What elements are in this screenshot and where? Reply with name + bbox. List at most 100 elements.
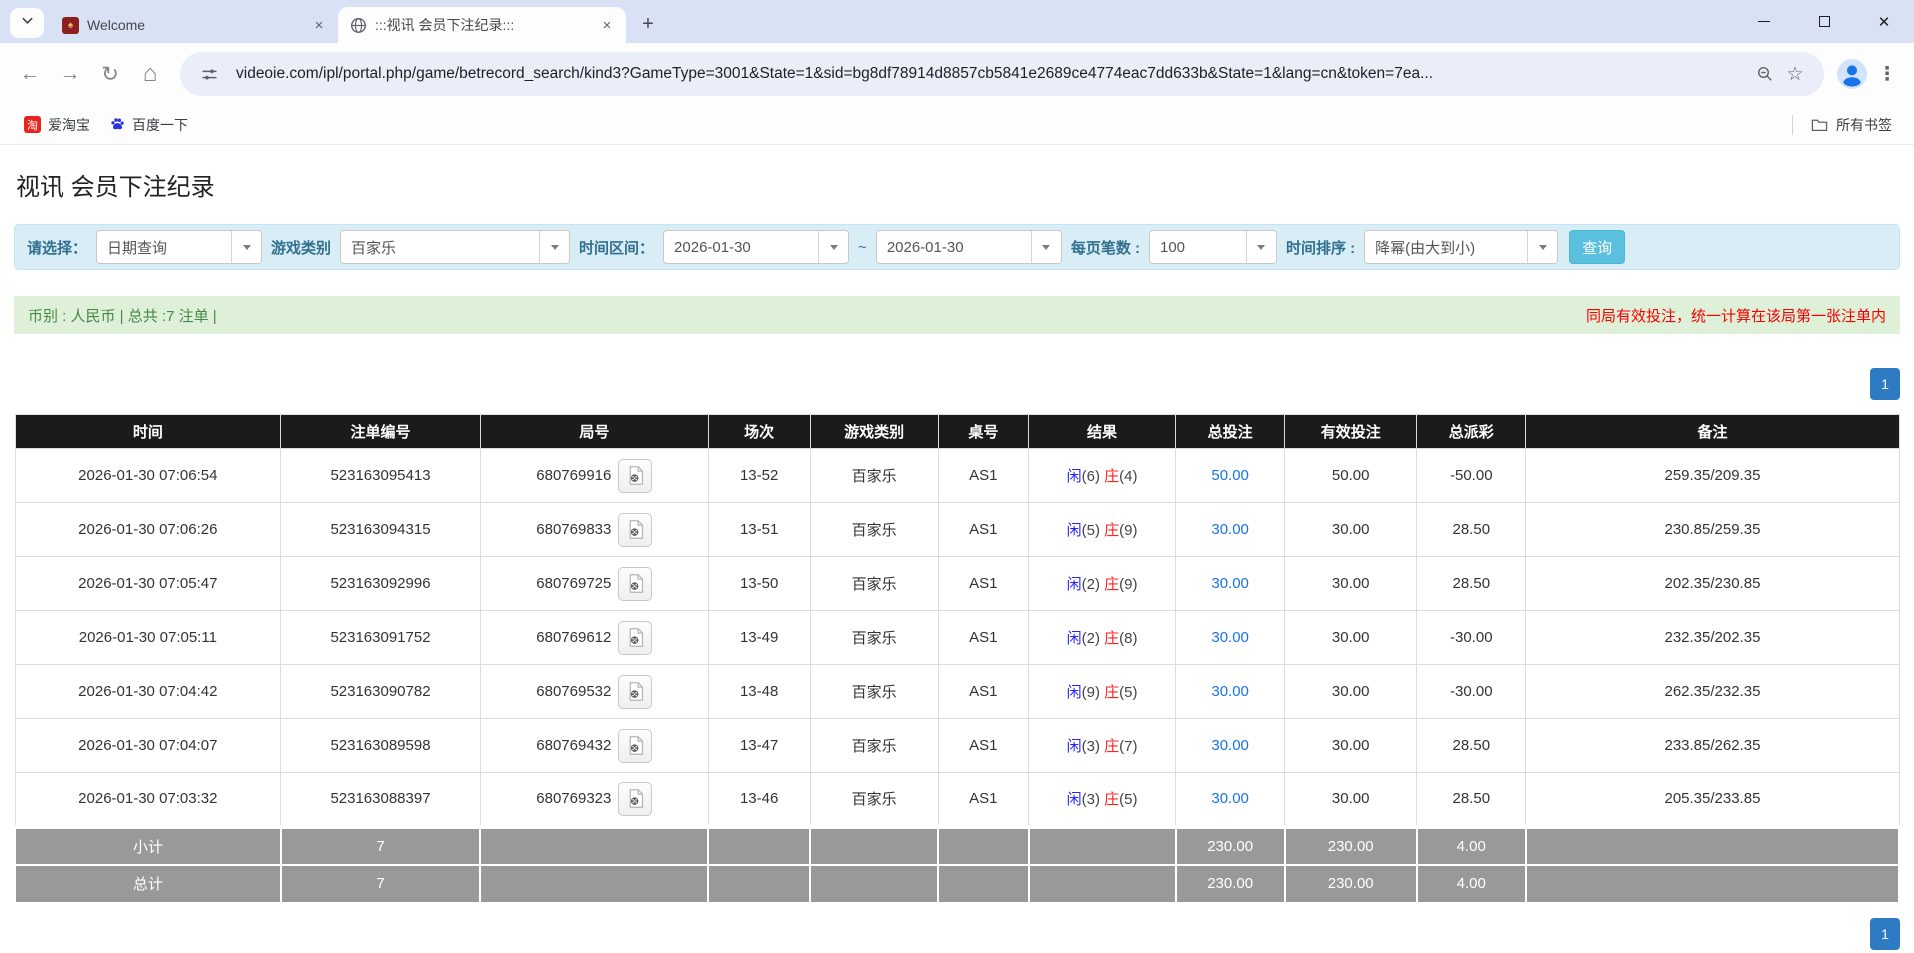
total-bet-link[interactable]: 30.00 <box>1211 629 1249 646</box>
page-1-button[interactable]: 1 <box>1870 368 1900 400</box>
video-file-icon <box>625 627 646 648</box>
bookmark-star-icon[interactable]: ☆ <box>1780 59 1810 89</box>
total-bet-cell: 30.00 <box>1176 719 1285 773</box>
tab-bet-records[interactable]: :::视讯 会员下注纪录::: × <box>338 7 626 43</box>
total-bet-link[interactable]: 30.00 <box>1211 575 1249 592</box>
tab-search-button[interactable] <box>10 8 44 38</box>
close-tab-icon[interactable]: × <box>598 16 616 34</box>
total-bet-link[interactable]: 30.00 <box>1211 790 1249 807</box>
banker-score: (7) <box>1119 738 1137 755</box>
forward-button[interactable]: → <box>50 54 90 94</box>
bet-time-cell: 2026-01-30 07:06:54 <box>15 449 281 503</box>
total-bet-link[interactable]: 30.00 <box>1211 737 1249 754</box>
bookmark-aitaobao[interactable]: 淘 爱淘宝 <box>14 110 100 140</box>
bet-time-cell: 2026-01-30 07:05:11 <box>15 611 281 665</box>
column-header: 时间 <box>15 415 281 449</box>
back-button[interactable]: ← <box>10 54 50 94</box>
totals-label-cell: 总计 <box>15 865 281 903</box>
date-to-select[interactable]: 2026-01-30 <box>876 230 1062 264</box>
profile-avatar[interactable] <box>1834 56 1870 92</box>
site-settings-icon[interactable] <box>194 59 224 89</box>
result-cell: 闲(6) 庄(4) <box>1029 449 1176 503</box>
video-file-icon <box>625 573 646 594</box>
table-number-cell: AS1 <box>938 611 1028 665</box>
table-row: 2026-01-30 07:05:47523163092996680769725… <box>15 557 1899 611</box>
chevron-down-icon[interactable] <box>1246 231 1276 263</box>
column-header: 总派彩 <box>1417 415 1526 449</box>
chevron-down-icon[interactable] <box>818 231 848 263</box>
reload-button[interactable]: ↻ <box>90 54 130 94</box>
round-cell: 680769612 <box>480 611 708 665</box>
video-replay-button[interactable] <box>618 729 652 763</box>
page-size-label: 每页笔数 : <box>1071 237 1140 258</box>
video-file-icon <box>625 788 646 809</box>
totals-payout-cell: 4.00 <box>1417 827 1526 865</box>
totals-count-cell: 7 <box>281 865 481 903</box>
round-number: 680769916 <box>536 467 611 484</box>
video-replay-button[interactable] <box>618 675 652 709</box>
bookmark-baidu[interactable]: 百度一下 <box>100 110 198 140</box>
session-cell: 13-49 <box>708 611 810 665</box>
sort-order-select[interactable]: 降幂(由大到小) <box>1364 230 1558 264</box>
banker-result: 庄 <box>1104 630 1119 647</box>
video-replay-button[interactable] <box>618 782 652 816</box>
valid-bet-cell: 30.00 <box>1285 503 1417 557</box>
video-replay-button[interactable] <box>618 513 652 547</box>
browser-toolbar: ← → ↻ ⌂ videoie.com/ipl/portal.php/game/… <box>0 43 1914 105</box>
valid-bet-cell: 50.00 <box>1285 449 1417 503</box>
video-replay-button[interactable] <box>618 567 652 601</box>
address-bar[interactable]: videoie.com/ipl/portal.php/game/betrecor… <box>180 52 1824 96</box>
baidu-paw-icon <box>110 117 125 132</box>
all-bookmarks-button[interactable]: 所有书签 <box>1803 110 1900 140</box>
session-cell: 13-51 <box>708 503 810 557</box>
empty-cell <box>938 827 1028 865</box>
page-1-button[interactable]: 1 <box>1870 918 1900 950</box>
column-header: 游戏类别 <box>810 415 938 449</box>
table-number-cell: AS1 <box>938 665 1028 719</box>
empty-cell <box>708 865 810 903</box>
zoom-indicator-icon[interactable] <box>1750 59 1780 89</box>
minimize-button[interactable] <box>1734 0 1794 43</box>
round-number: 680769432 <box>536 737 611 754</box>
table-row: 2026-01-30 07:04:42523163090782680769532… <box>15 665 1899 719</box>
note-cell: 202.35/230.85 <box>1526 557 1899 611</box>
column-header: 结果 <box>1029 415 1176 449</box>
player-score: (6) <box>1082 468 1105 485</box>
table-number-cell: AS1 <box>938 719 1028 773</box>
close-tab-icon[interactable]: × <box>310 16 328 34</box>
video-replay-button[interactable] <box>618 621 652 655</box>
home-button[interactable]: ⌂ <box>130 54 170 94</box>
chevron-down-icon[interactable] <box>231 231 261 263</box>
query-type-select[interactable]: 日期查询 <box>96 230 262 264</box>
three-dots-icon: ⋮ <box>1878 63 1897 86</box>
round-cell: 680769725 <box>480 557 708 611</box>
url-text[interactable]: videoie.com/ipl/portal.php/game/betrecor… <box>236 65 1750 83</box>
forward-icon: → <box>60 62 81 86</box>
maximize-icon <box>1819 16 1830 27</box>
video-replay-button[interactable] <box>618 459 652 493</box>
tab-welcome[interactable]: ♠ Welcome × <box>50 7 338 43</box>
round-number: 680769612 <box>536 629 611 646</box>
game-type-select[interactable]: 百家乐 <box>340 230 570 264</box>
chevron-down-icon[interactable] <box>1527 231 1557 263</box>
tilde-separator: ~ <box>858 239 867 256</box>
browser-menu-button[interactable]: ⋮ <box>1870 57 1904 91</box>
date-from-select[interactable]: 2026-01-30 <box>663 230 849 264</box>
chevron-down-icon[interactable] <box>539 231 569 263</box>
player-score: (2) <box>1082 576 1105 593</box>
banker-result: 庄 <box>1104 468 1119 485</box>
summary-bar: 币别 : 人民币 | 总共 :7 注单 | 同局有效投注，统一计算在该局第一张注… <box>14 296 1900 334</box>
new-tab-button[interactable]: + <box>634 10 662 38</box>
maximize-button[interactable] <box>1794 0 1854 43</box>
total-bet-link[interactable]: 30.00 <box>1211 521 1249 538</box>
column-header: 场次 <box>708 415 810 449</box>
payout-cell: 28.50 <box>1417 773 1526 827</box>
page-size-select[interactable]: 100 <box>1149 230 1277 264</box>
back-icon: ← <box>20 62 41 86</box>
chevron-down-icon[interactable] <box>1031 231 1061 263</box>
search-button[interactable]: 查询 <box>1569 230 1625 264</box>
total-bet-link[interactable]: 50.00 <box>1211 467 1249 484</box>
total-bet-link[interactable]: 30.00 <box>1211 683 1249 700</box>
close-window-button[interactable]: ✕ <box>1854 0 1914 43</box>
all-bookmarks-label: 所有书签 <box>1836 115 1892 135</box>
